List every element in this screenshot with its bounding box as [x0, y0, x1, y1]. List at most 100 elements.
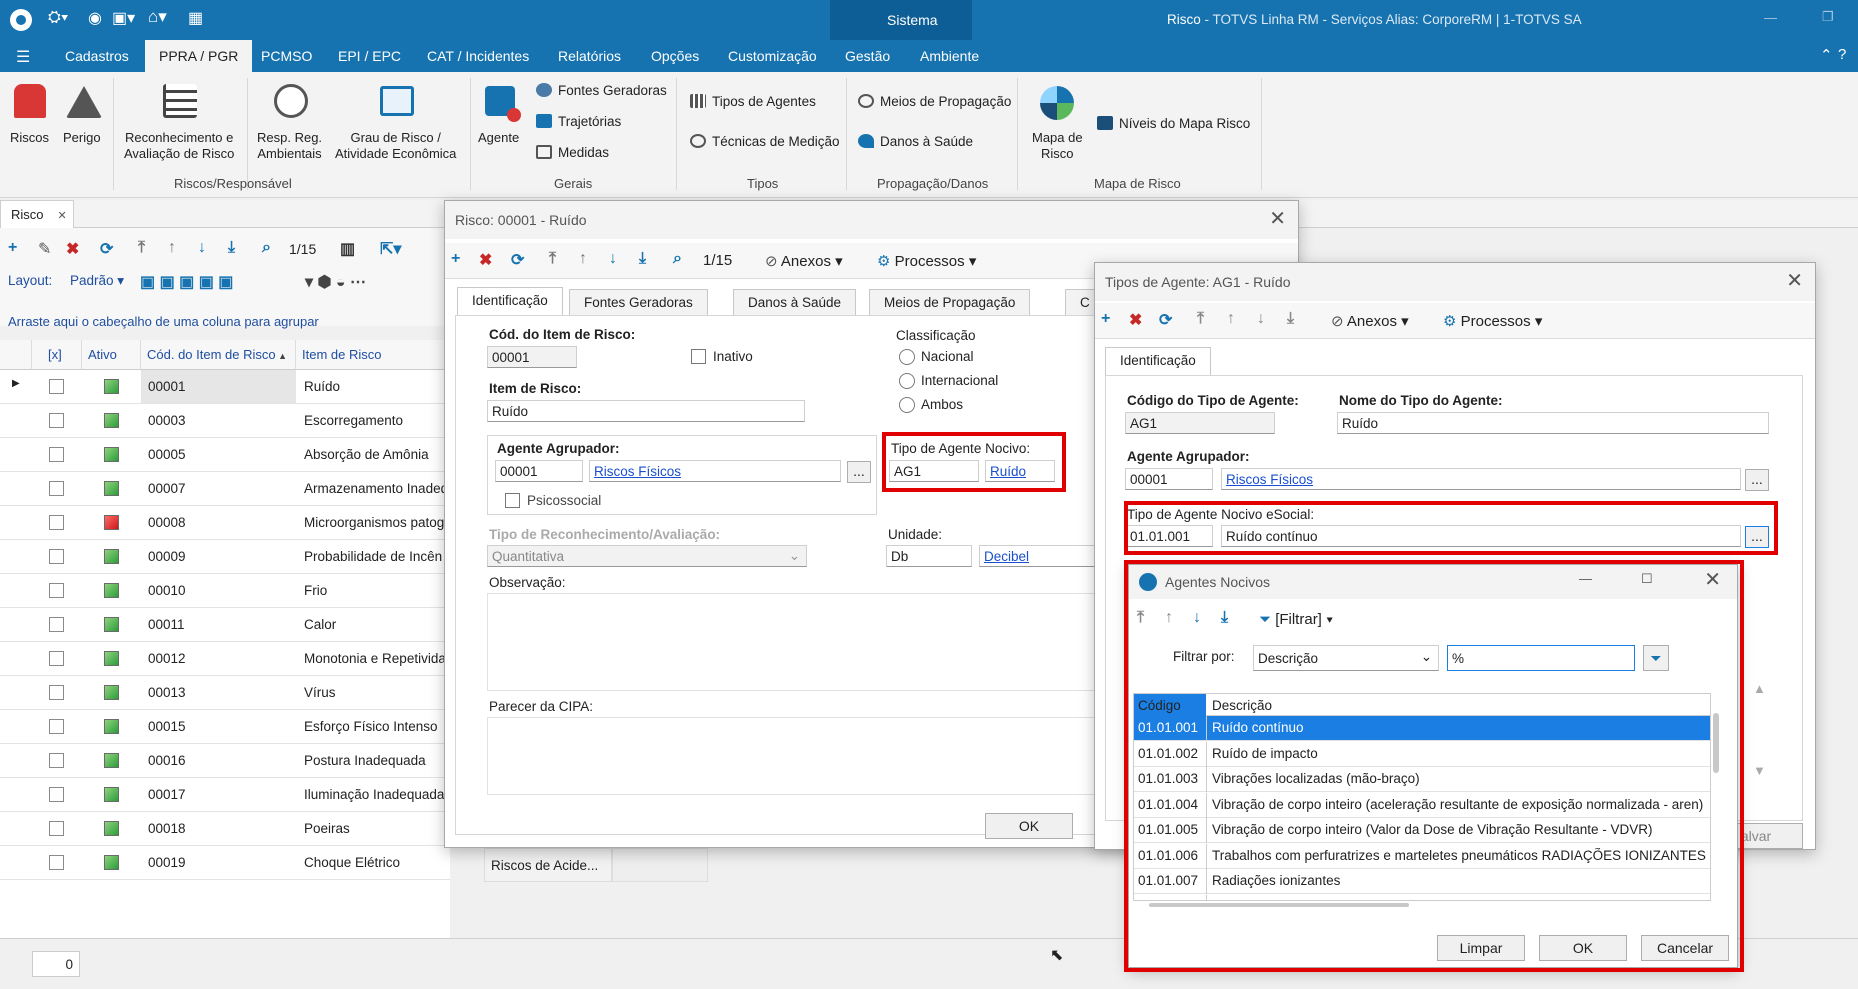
close-icon[interactable]: ✕ — [58, 210, 67, 222]
quick-access-home-icon[interactable]: ⌂▾ — [148, 7, 167, 27]
first-record-icon[interactable]: ⤒ — [138, 239, 145, 257]
close-icon[interactable]: ✕ — [1786, 271, 1803, 291]
tab-identificacao[interactable]: Identificação — [1105, 347, 1211, 375]
layout-dropdown[interactable]: Padrão ▾ — [70, 273, 124, 289]
agente-agrupador-link[interactable]: Riscos Físicos — [589, 460, 841, 482]
grid-cell-agente[interactable]: Riscos de Acide... — [484, 848, 612, 882]
row-checkbox[interactable] — [49, 447, 64, 462]
layout-action-icon[interactable]: ▣ ▣ ▣ ▣ ▣ — [140, 272, 233, 292]
cod-item-field[interactable]: 00001 — [487, 346, 577, 368]
row-checkbox[interactable] — [49, 515, 64, 530]
scroll-up-icon[interactable]: ▲ — [1753, 681, 1766, 696]
grid-header-select[interactable]: [x] — [32, 340, 82, 370]
refresh-icon[interactable]: ⟳ — [100, 239, 113, 259]
tipos-scrollbar[interactable]: ▲ ▼ — [1753, 681, 1785, 781]
grau-risco-button[interactable]: Grau de Risco / Atividade Econômica — [335, 130, 456, 162]
menu-ppra-pgr[interactable]: PPRA / PGR — [145, 40, 253, 72]
row-checkbox[interactable] — [49, 583, 64, 598]
tab-fontes-geradoras[interactable]: Fontes Geradoras — [569, 289, 708, 315]
table-row[interactable]: 00018 Poeiras — [0, 812, 450, 846]
menu-ambiente[interactable]: Ambiente — [920, 48, 979, 64]
collapse-ribbon-icon[interactable]: ⌃ — [1820, 46, 1833, 64]
menu-hamburger-icon[interactable]: ☰ — [16, 47, 30, 67]
resp-reg-button[interactable]: Resp. Reg. Ambientais — [257, 130, 322, 162]
agente-lookup-button[interactable]: ... — [1745, 469, 1769, 491]
agente-agrupador-code[interactable]: 00001 — [495, 460, 583, 482]
processos-menu[interactable]: ⚙ Processos ▾ — [1443, 312, 1542, 330]
agente-agrupador-link[interactable]: Riscos Físicos — [1221, 468, 1741, 490]
riscos-button[interactable]: Riscos — [10, 130, 49, 146]
minimize-icon[interactable]: — — [1764, 10, 1777, 25]
quick-access-grid-icon[interactable]: ▦ — [188, 8, 203, 28]
row-checkbox[interactable] — [49, 753, 64, 768]
tab-meios-propagacao[interactable]: Meios de Propagação — [869, 289, 1031, 315]
table-row[interactable]: 00011 Calor — [0, 608, 450, 642]
tab-danos-saude[interactable]: Danos à Saúde — [733, 289, 857, 315]
anexos-menu[interactable]: ⊘ Anexos ▾ — [765, 252, 843, 270]
menu-opcoes[interactable]: Opções — [651, 48, 699, 64]
menu-cat-incidentes[interactable]: CAT / Incidentes — [427, 48, 529, 64]
radio-nacional[interactable] — [899, 349, 915, 365]
tipos-agentes-button[interactable]: Tipos de Agentes — [690, 94, 816, 109]
row-checkbox[interactable] — [49, 379, 64, 394]
edit-icon[interactable]: ✎ — [38, 239, 51, 259]
table-row[interactable]: 00019 Choque Elétrico — [0, 846, 450, 880]
menu-relatorios[interactable]: Relatórios — [558, 48, 621, 64]
search-icon[interactable]: ⌕ — [673, 250, 682, 268]
menu-gestao[interactable]: Gestão — [845, 48, 890, 64]
delete-icon[interactable]: ✖ — [479, 250, 492, 270]
radio-ambos[interactable] — [899, 397, 915, 413]
previous-record-icon[interactable]: ↑ — [1227, 310, 1235, 328]
unidade-link-text[interactable]: Decibel — [984, 549, 1029, 564]
table-row[interactable]: 00005 Absorção de Amônia — [0, 438, 450, 472]
row-checkbox[interactable] — [49, 821, 64, 836]
row-checkbox[interactable] — [49, 855, 64, 870]
item-risco-field[interactable]: Ruído — [487, 400, 805, 422]
radio-internacional[interactable] — [899, 373, 915, 389]
grid-header-ativo[interactable]: Ativo — [82, 340, 141, 370]
document-tab-risco[interactable]: Risco ✕ — [0, 200, 74, 228]
agente-agrupador-link-text[interactable]: Riscos Físicos — [1226, 472, 1313, 487]
table-row[interactable]: 00013 Vírus — [0, 676, 450, 710]
search-icon[interactable]: ⌕ — [262, 239, 271, 257]
scroll-down-icon[interactable]: ▼ — [1753, 763, 1766, 778]
row-checkbox[interactable] — [49, 481, 64, 496]
table-row[interactable]: ▶ 00001 Ruído — [0, 370, 450, 404]
app-logo-icon[interactable] — [10, 9, 32, 31]
agente-lookup-button[interactable]: ... — [847, 461, 871, 483]
table-row[interactable]: 00017 Iluminação Inadequada — [0, 778, 450, 812]
columns-icon[interactable]: ▥ — [340, 239, 355, 259]
next-record-icon[interactable]: ↓ — [1257, 310, 1265, 328]
previous-record-icon[interactable]: ↑ — [579, 250, 587, 268]
agente-agrupador-link-text[interactable]: Riscos Físicos — [594, 464, 681, 479]
row-checkbox[interactable] — [49, 787, 64, 802]
restore-icon[interactable]: ❐ — [1822, 9, 1834, 25]
row-checkbox[interactable] — [49, 651, 64, 666]
export-icon[interactable]: ⇱▾ — [380, 239, 401, 259]
fontes-geradoras-button[interactable]: Fontes Geradoras — [536, 83, 667, 98]
meios-propagacao-button[interactable]: Meios de Propagação — [858, 94, 1011, 109]
nome-tipo-field[interactable]: Ruído — [1337, 412, 1769, 434]
tecnicas-medicao-button[interactable]: Técnicas de Medição — [690, 134, 840, 149]
table-row[interactable]: 00012 Monotonia e Repetivida — [0, 642, 450, 676]
previous-record-icon[interactable]: ↑ — [168, 239, 176, 257]
table-row[interactable]: 00008 Microorganismos patog — [0, 506, 450, 540]
reconhecimento-button[interactable]: Reconhecimento e Avaliação de Risco — [124, 130, 234, 162]
grid-header-codigo[interactable]: Cód. do Item de Risco ▲ — [141, 340, 296, 370]
refresh-icon[interactable]: ⟳ — [1159, 310, 1172, 330]
processos-menu[interactable]: ⚙ Processos ▾ — [877, 252, 976, 270]
help-icon[interactable]: ? — [1838, 46, 1846, 63]
trajetorias-button[interactable]: Trajetórias — [536, 114, 621, 129]
table-row[interactable]: 00015 Esforço Físico Intenso — [0, 710, 450, 744]
unidade-link[interactable]: Decibel — [979, 545, 1099, 567]
psicossocial-checkbox[interactable] — [505, 493, 520, 508]
tab-identificacao[interactable]: Identificação — [457, 287, 563, 315]
row-checkbox[interactable] — [49, 549, 64, 564]
add-icon[interactable]: + — [1101, 310, 1110, 328]
next-record-icon[interactable]: ↓ — [609, 250, 617, 268]
tipo-reconhecimento-select[interactable]: Quantitativa ⌄ — [487, 545, 807, 567]
table-row[interactable]: 00009 Probabilidade de Incên — [0, 540, 450, 574]
quick-access-eye-icon[interactable]: ◉ — [88, 8, 102, 28]
add-icon[interactable]: + — [451, 250, 460, 268]
table-row[interactable]: 00007 Armazenamento Inadeq — [0, 472, 450, 506]
